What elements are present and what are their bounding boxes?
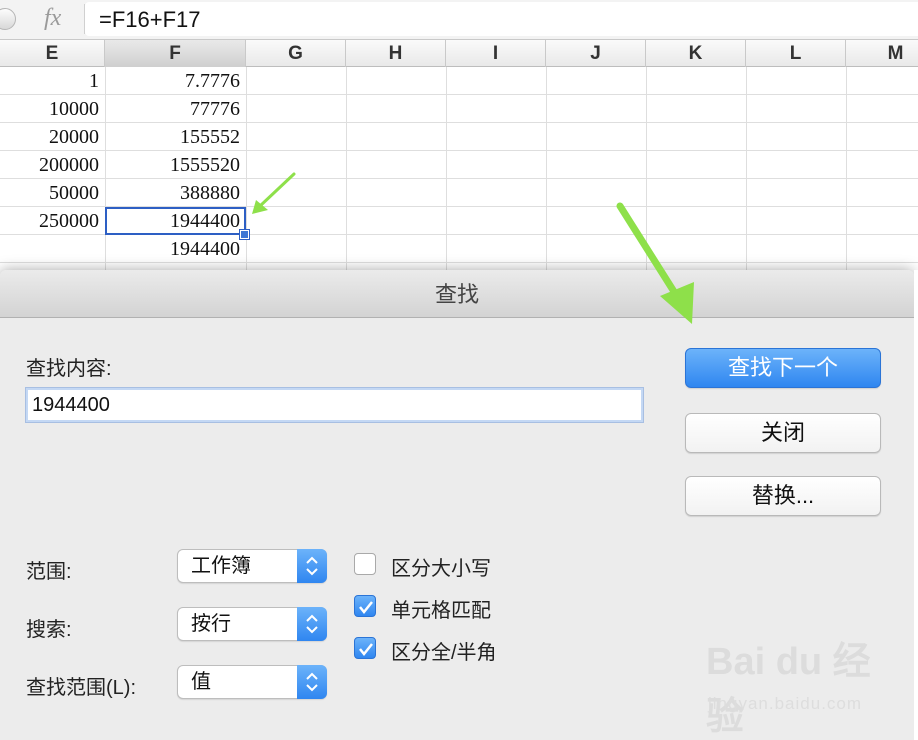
baidu-jingyan-watermark: Bai du 经验 jingyan.baidu.com bbox=[706, 630, 906, 738]
search-order-value: 按行 bbox=[191, 613, 231, 635]
close-button[interactable]: 关闭 bbox=[685, 413, 881, 453]
updown-chevron-icon bbox=[297, 665, 327, 699]
match-width-label: 区分全/半角 bbox=[391, 642, 497, 664]
checkmark-icon bbox=[359, 643, 373, 657]
search-order-select[interactable]: 按行 bbox=[177, 607, 327, 641]
match-width-checkbox[interactable] bbox=[354, 637, 376, 659]
scope-select[interactable]: 工作簿 bbox=[177, 549, 327, 583]
cell-e5[interactable]: 50000 bbox=[0, 179, 105, 207]
match-case-label: 区分大小写 bbox=[391, 558, 491, 580]
grid-line bbox=[846, 67, 847, 272]
dialog-title[interactable]: 查找 bbox=[0, 270, 914, 318]
cell-f1[interactable]: 7.7776 bbox=[105, 67, 246, 95]
grid-line bbox=[546, 67, 547, 272]
look-in-label: 查找范围(L): bbox=[26, 677, 136, 699]
cell-e4[interactable]: 200000 bbox=[0, 151, 105, 179]
look-in-select[interactable]: 值 bbox=[177, 665, 327, 699]
sheet-edge bbox=[914, 270, 918, 740]
match-cell-checkbox[interactable] bbox=[354, 595, 376, 617]
replace-button[interactable]: 替换... bbox=[685, 476, 881, 516]
spreadsheet-grid[interactable]: 1 7.7776 10000 77776 20000 155552 200000… bbox=[0, 67, 918, 272]
cell-f4[interactable]: 1555520 bbox=[105, 151, 246, 179]
name-box-button[interactable] bbox=[0, 8, 16, 30]
look-in-value: 值 bbox=[191, 671, 211, 693]
column-header-i[interactable]: I bbox=[446, 40, 546, 67]
column-header-f[interactable]: F bbox=[105, 40, 246, 67]
column-header-l[interactable]: L bbox=[746, 40, 846, 67]
grid-line bbox=[746, 67, 747, 272]
grid-line bbox=[446, 67, 447, 272]
find-what-input[interactable] bbox=[25, 387, 644, 423]
cell-e6[interactable]: 250000 bbox=[0, 207, 105, 235]
formula-bar: fx =F16+F17 bbox=[0, 0, 918, 40]
column-header-j[interactable]: J bbox=[546, 40, 646, 67]
cell-e2[interactable]: 10000 bbox=[0, 95, 105, 123]
updown-chevron-icon bbox=[297, 607, 327, 641]
cell-f3[interactable]: 155552 bbox=[105, 123, 246, 151]
watermark-url: jingyan.baidu.com bbox=[708, 694, 863, 713]
cell-f5[interactable]: 388880 bbox=[105, 179, 246, 207]
watermark-logo: Bai du 经验 bbox=[706, 641, 871, 738]
column-header-g[interactable]: G bbox=[246, 40, 346, 67]
cell-e1[interactable]: 1 bbox=[0, 67, 105, 95]
grid-line bbox=[246, 67, 247, 272]
column-header-e[interactable]: E bbox=[0, 40, 105, 67]
search-label: 搜索: bbox=[26, 619, 72, 641]
column-header-h[interactable]: H bbox=[346, 40, 446, 67]
checkmark-icon bbox=[359, 601, 373, 615]
column-header-k[interactable]: K bbox=[646, 40, 746, 67]
match-case-checkbox[interactable] bbox=[354, 553, 376, 575]
fx-icon[interactable]: fx bbox=[44, 5, 61, 32]
cell-e7[interactable] bbox=[0, 235, 105, 263]
green-arrow-cell-icon bbox=[252, 172, 296, 214]
formula-input[interactable]: =F16+F17 bbox=[85, 2, 918, 36]
scope-select-value: 工作簿 bbox=[191, 555, 251, 577]
scope-label: 范围: bbox=[26, 561, 72, 583]
column-header-row: E F G H I J K L M bbox=[0, 40, 918, 67]
find-next-button[interactable]: 查找下一个 bbox=[685, 348, 881, 388]
match-cell-label: 单元格匹配 bbox=[391, 600, 491, 622]
updown-chevron-icon bbox=[297, 549, 327, 583]
cell-f2[interactable]: 77776 bbox=[105, 95, 246, 123]
fill-handle[interactable] bbox=[239, 229, 250, 240]
cell-f7[interactable]: 1944400 bbox=[105, 235, 246, 263]
column-header-m[interactable]: M bbox=[846, 40, 918, 67]
active-cell-highlight bbox=[105, 207, 246, 235]
find-what-label: 查找内容: bbox=[26, 358, 112, 380]
green-arrow-button-icon bbox=[616, 202, 694, 324]
grid-line bbox=[346, 67, 347, 272]
cell-e3[interactable]: 20000 bbox=[0, 123, 105, 151]
